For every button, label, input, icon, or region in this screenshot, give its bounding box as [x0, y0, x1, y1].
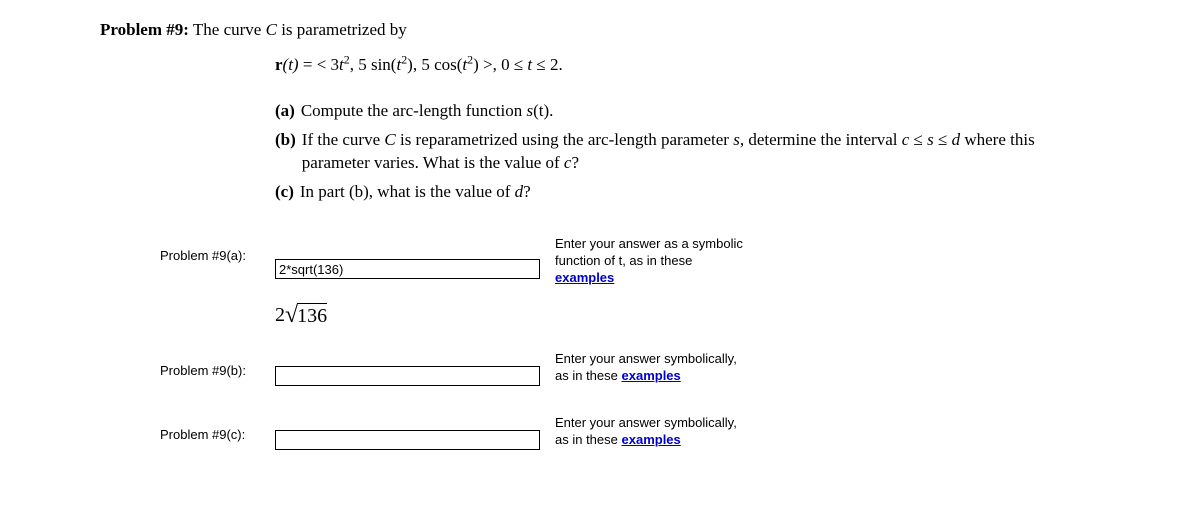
problem-intro: The curve C is parametrized by — [193, 20, 407, 39]
answer-input-c[interactable] — [275, 430, 540, 450]
part-a: (a) Compute the arc-length function s(t)… — [275, 100, 1100, 123]
part-b: (b) If the curve C is reparametrized usi… — [275, 129, 1100, 175]
rendered-answer-a: 2 √ 136 — [275, 302, 743, 329]
answer-input-b[interactable] — [275, 366, 540, 386]
answer-row-c: Problem #9(c): Enter your answer symboli… — [100, 423, 1100, 457]
problem-header: Problem #9: The curve C is parametrized … — [100, 20, 1100, 40]
answer-hint-b: Enter your answer symbolically, as in th… — [555, 351, 737, 385]
answer-hint-c: Enter your answer symbolically, as in th… — [555, 415, 737, 449]
problem-number: Problem #9: — [100, 20, 189, 39]
examples-link-c[interactable]: examples — [622, 432, 681, 447]
answer-label-b: Problem #9(b): — [100, 359, 275, 378]
answer-hint-a: Enter your answer as a symbolic function… — [555, 236, 743, 287]
equation: r(t) = < 3t2, 5 sin(t2), 5 cos(t2) >, 0 … — [275, 55, 1100, 75]
examples-link-b[interactable]: examples — [622, 368, 681, 383]
answer-label-a: Problem #9(a): — [100, 244, 275, 263]
part-c: (c) In part (b), what is the value of d? — [275, 181, 1100, 204]
answer-row-a: Problem #9(a): Enter your answer as a sy… — [100, 244, 1100, 330]
answer-label-c: Problem #9(c): — [100, 423, 275, 442]
problem-parts: (a) Compute the arc-length function s(t)… — [275, 100, 1100, 204]
examples-link-a[interactable]: examples — [555, 270, 614, 285]
answer-row-b: Problem #9(b): Enter your answer symboli… — [100, 359, 1100, 393]
answer-input-a[interactable] — [275, 259, 540, 279]
